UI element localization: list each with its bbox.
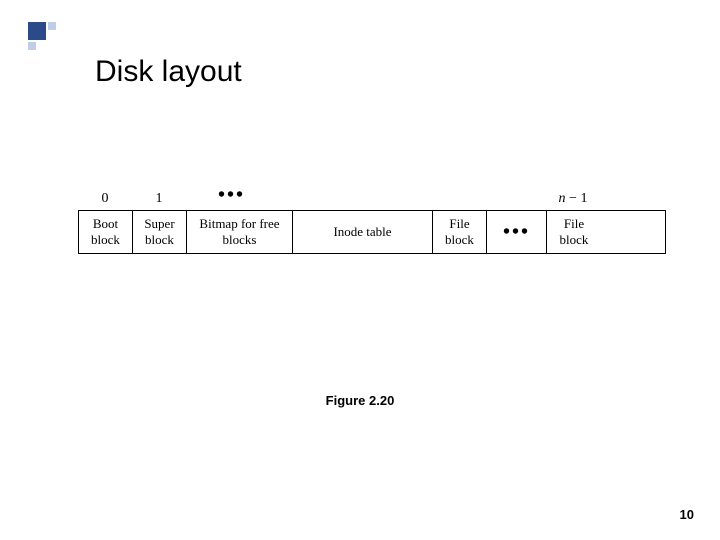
cell-ellipsis: ••• (487, 211, 547, 253)
label-dots: ••• (186, 184, 292, 207)
cell-super-block: Super block (133, 211, 187, 253)
block-cells-row: Boot block Super block Bitmap for free b… (78, 210, 666, 254)
label-0: 0 (78, 191, 132, 207)
cell-bitmap: Bitmap for free blocks (187, 211, 293, 253)
cell-boot-block: Boot block (79, 211, 133, 253)
block-index-labels: 0 1 ••• n − 1 (78, 188, 666, 210)
cell-file-block-1: File block (433, 211, 487, 253)
slide-title: Disk layout (95, 55, 242, 89)
disk-layout-diagram: 0 1 ••• n − 1 Boot block Super block Bit… (78, 188, 666, 254)
label-1: 1 (132, 191, 186, 207)
cell-file-block-n: File block (547, 211, 601, 253)
label-n-minus-1: n − 1 (546, 191, 600, 207)
figure-caption: Figure 2.20 (0, 393, 720, 408)
page-number: 10 (680, 507, 694, 522)
slide-bullet-decoration (28, 22, 56, 50)
cell-inode-table: Inode table (293, 211, 433, 253)
